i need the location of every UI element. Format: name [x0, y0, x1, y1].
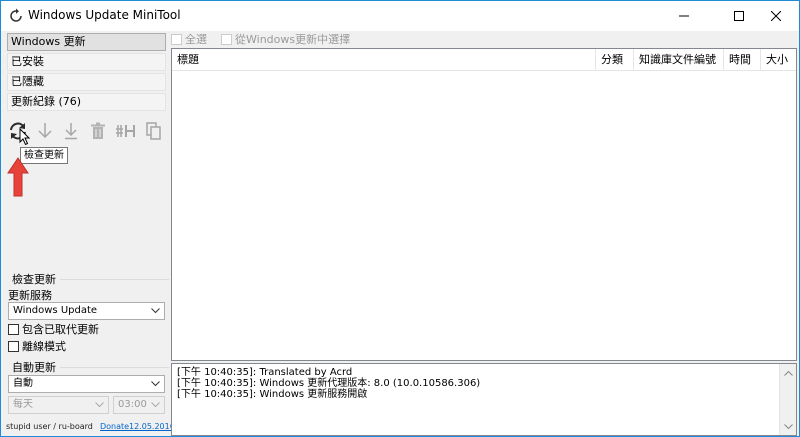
include-superseded-option[interactable]: 包含已取代更新 [8, 322, 99, 336]
column-header-kb[interactable]: 知識庫文件編號 [634, 49, 724, 71]
chevron-down-icon [149, 303, 161, 319]
chevron-down-icon [149, 376, 161, 392]
minimize-icon [679, 15, 689, 17]
list-header: 標題 分類 知識庫文件編號 時間 大小 [172, 49, 796, 71]
select-all-option[interactable]: 全選 [171, 31, 207, 47]
close-icon [771, 11, 781, 21]
app-refresh-icon [8, 8, 24, 24]
nav-history[interactable]: 更新紀錄 (76) [7, 93, 166, 111]
close-button[interactable] [753, 1, 799, 31]
column-header-title[interactable]: 標題 [172, 49, 596, 71]
day-select[interactable]: 每天 [8, 396, 109, 414]
install-button[interactable] [60, 120, 82, 142]
hide-button[interactable] [113, 120, 139, 142]
hide-icon [116, 125, 135, 137]
log-pane[interactable]: [下午 10:40:35]: Translated by Acrd [下午 10… [171, 363, 797, 436]
time-value: 03:00 [118, 399, 147, 410]
title-bar: Windows Update MiniTool [1, 1, 799, 31]
list-options: 全選 從Windows更新中選擇 [171, 31, 364, 47]
select-from-wu-option[interactable]: 從Windows更新中選擇 [221, 31, 350, 47]
up-arrow-icon [7, 156, 29, 198]
download-button[interactable] [34, 120, 56, 142]
select-all-checkbox[interactable] [171, 33, 182, 45]
check-section-label: 檢查更新 [12, 273, 56, 286]
log-line: [下午 10:40:35]: Translated by Acrd [177, 367, 353, 378]
log-line: [下午 10:40:35]: Windows 更新服務開啟 [177, 389, 368, 400]
time-select[interactable]: 03:00 [113, 396, 165, 414]
credit-text: stupid user / ru-board [6, 422, 93, 431]
group-divider [60, 279, 169, 280]
delete-icon [91, 122, 105, 139]
offline-mode-option[interactable]: 離線模式 [8, 339, 66, 353]
donate-link[interactable]: Donate [100, 422, 129, 431]
service-label: 更新服務 [8, 289, 52, 302]
auto-section-label: 自動更新 [12, 361, 56, 374]
copy-icon [146, 122, 161, 140]
column-header-category[interactable]: 分類 [596, 49, 634, 71]
minimize-button[interactable] [661, 1, 707, 31]
install-icon [65, 123, 77, 140]
group-divider [60, 367, 169, 368]
auto-update-value: 自動 [13, 378, 33, 389]
nav-installed[interactable]: 已安裝 [7, 53, 166, 71]
chevron-down-icon [93, 397, 105, 413]
scroll-down-icon[interactable] [780, 418, 797, 435]
action-toolbar [7, 120, 167, 142]
column-header-size[interactable]: 大小 [761, 49, 796, 71]
offline-mode-checkbox[interactable] [8, 340, 19, 352]
delete-button[interactable] [87, 120, 109, 142]
auto-update-select[interactable]: 自動 [8, 375, 165, 393]
mouse-cursor-icon [19, 127, 31, 146]
left-panel: Windows 更新 已安裝 已隱藏 更新紀錄 (76) 檢查更新 檢查更新 更… [2, 31, 175, 436]
offline-mode-label: 離線模式 [22, 340, 66, 353]
scroll-up-icon[interactable] [780, 364, 797, 381]
window-title: Windows Update MiniTool [28, 8, 181, 22]
select-all-label: 全選 [185, 33, 207, 46]
download-icon [38, 123, 52, 139]
app-window: Windows Update MiniTool Windows 更新 已安裝 已… [0, 0, 800, 437]
service-value: Windows Update [13, 305, 98, 316]
select-from-wu-label: 從Windows更新中選擇 [235, 33, 351, 46]
service-select[interactable]: Windows Update [8, 302, 165, 320]
updates-list[interactable]: 標題 分類 知識庫文件編號 時間 大小 [171, 48, 797, 361]
log-scrollbar[interactable] [779, 364, 796, 435]
maximize-icon [734, 11, 744, 21]
include-superseded-label: 包含已取代更新 [22, 323, 99, 336]
select-from-wu-checkbox[interactable] [221, 33, 232, 45]
column-header-date[interactable]: 時間 [724, 49, 761, 71]
chevron-down-icon [149, 397, 161, 413]
day-value: 每天 [13, 399, 33, 410]
release-date-link[interactable]: 12.05.2016 [129, 422, 175, 431]
log-line: [下午 10:40:35]: Windows 更新代理版本: 8.0 (10.0… [177, 378, 481, 389]
nav-windows-update[interactable]: Windows 更新 [7, 33, 166, 51]
nav-hidden[interactable]: 已隱藏 [7, 73, 166, 91]
copy-button[interactable] [143, 120, 165, 142]
include-superseded-checkbox[interactable] [8, 323, 19, 335]
